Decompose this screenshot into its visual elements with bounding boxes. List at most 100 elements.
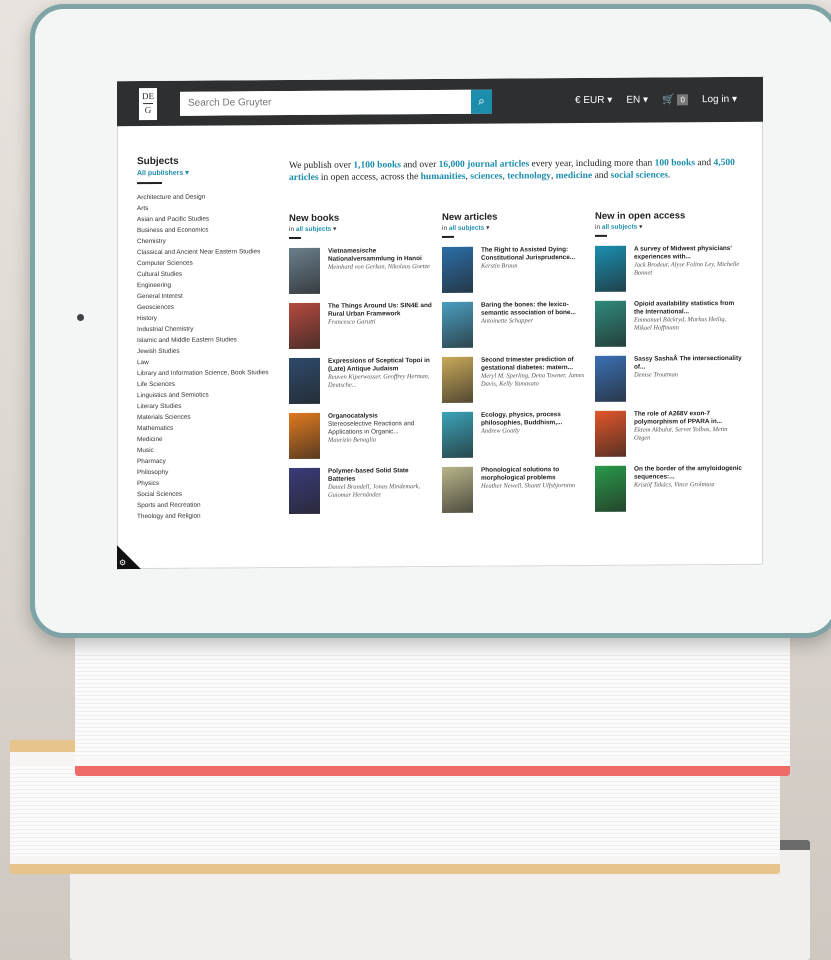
book-top: [75, 624, 790, 776]
intro-text: We publish over 1,100 books and over 16,…: [289, 157, 735, 184]
subject-filter[interactable]: in all subjects ▾: [442, 223, 590, 232]
item-authors: Maurizio Benaglia: [328, 436, 377, 444]
degruyter-logo[interactable]: DE G: [139, 87, 157, 120]
cover-image[interactable]: [289, 467, 320, 515]
cart-button[interactable]: 🛒 0: [662, 94, 688, 105]
cover-image[interactable]: [442, 356, 473, 403]
new-books-column: New books in all subjects ▾ Vietnamesische…: [289, 212, 437, 523]
item-authors: Meinhard von Gerkan, Nikolaus Goetze: [328, 263, 430, 271]
gear-icon[interactable]: ⚙: [119, 558, 126, 567]
item-authors: Kristóf Takács, Vince Grolmusz: [634, 481, 715, 489]
item-title[interactable]: Second trimester prediction of gestation…: [481, 356, 590, 373]
language-selector[interactable]: EN ▾: [626, 95, 648, 106]
item-subtitle: Stereoselective Reactions and Applicatio…: [328, 420, 415, 436]
publication-item[interactable]: Ecology, physics, process philosophies, …: [442, 411, 590, 467]
cover-image[interactable]: [595, 465, 626, 512]
cover-image[interactable]: [289, 412, 320, 460]
cover-image[interactable]: [595, 300, 626, 347]
publication-item[interactable]: Baring the bones: the lexico-semantic as…: [442, 301, 590, 357]
search-button[interactable]: ⌕: [470, 89, 492, 114]
cart-count: 0: [677, 94, 688, 106]
item-authors: Meryl M. Sperling, Dena Towner, James Da…: [481, 371, 585, 388]
subjects-title: Subjects: [137, 155, 179, 168]
cover-image[interactable]: [595, 410, 626, 457]
item-title[interactable]: Phonological solutions to morphological …: [481, 466, 590, 483]
tablet-device: DE G ⌕ € EUR ▾ EN ▾ 🛒 0 Log in ▾: [30, 4, 831, 638]
publication-item[interactable]: Polymer-based Solid State Batteries Danie…: [289, 467, 437, 523]
cover-image[interactable]: [442, 301, 473, 348]
item-title[interactable]: The role of A268V exon-7 polymorphism of…: [634, 410, 743, 427]
subject-filter[interactable]: in all subjects ▾: [595, 222, 743, 231]
item-title[interactable]: Vietnamesische Nationalversammlung in Ha…: [328, 247, 437, 264]
cart-icon: 🛒: [662, 94, 675, 106]
item-authors: Emmanuel Bäckryd, Markus Heilig, Mikael …: [634, 316, 727, 332]
cover-image[interactable]: [442, 246, 473, 293]
item-title[interactable]: Sassy SashaÂ The intersectionality of...: [634, 355, 743, 372]
column-title: New books: [289, 212, 340, 225]
new-articles-column: New articles in all subjects ▾ The Right t…: [442, 211, 590, 522]
link-technology[interactable]: technology: [507, 171, 551, 181]
item-title[interactable]: A survey of Midwest physicians' experien…: [634, 245, 743, 262]
main-content: Subjects All publishers ▾ Architecture a…: [117, 122, 763, 570]
publisher-filter[interactable]: All publishers ▾: [137, 168, 287, 177]
item-authors: Andrew Goatly: [481, 427, 520, 435]
item-authors: Francesco Garutti: [328, 318, 376, 326]
item-title[interactable]: Polymer-based Solid State Batteries: [328, 467, 437, 484]
link-humanities[interactable]: humanities: [421, 172, 466, 182]
search-icon: ⌕: [478, 93, 485, 108]
cover-image[interactable]: [289, 302, 320, 350]
subject-filter[interactable]: in all subjects ▾: [289, 224, 437, 233]
cover-image[interactable]: [442, 466, 473, 513]
item-title[interactable]: The Things Around Us: SIN4E and Rural Ur…: [328, 302, 437, 319]
publication-item[interactable]: The Things Around Us: SIN4E and Rural Ur…: [289, 302, 437, 358]
item-authors: Heather Newell, Shanti Ulfsbjorninn: [481, 482, 576, 490]
subject-list: Architecture and Design Arts Asian and Pac…: [137, 191, 287, 522]
publication-item[interactable]: Opioid availability statistics from the …: [595, 300, 743, 356]
publication-item[interactable]: On the border of the amyloidogenic seque…: [595, 465, 743, 521]
publication-item[interactable]: The Right to Assisted Dying: Constitutio…: [442, 246, 590, 302]
search-input[interactable]: [180, 89, 471, 116]
cover-image[interactable]: [595, 245, 626, 292]
publication-item[interactable]: Phonological solutions to morphological …: [442, 466, 590, 522]
item-authors: Kerstin Braun: [481, 262, 518, 270]
item-authors: Antoinette Schapper: [481, 317, 533, 325]
item-title[interactable]: Baring the bones: the lexico-semantic as…: [481, 301, 590, 318]
cover-image[interactable]: [289, 357, 320, 405]
currency-selector[interactable]: € EUR ▾: [575, 95, 612, 106]
link-social-sciences[interactable]: social sciences: [611, 170, 668, 180]
column-title: New articles: [442, 211, 498, 223]
subject-item[interactable]: Library and Information Science, Book St…: [137, 367, 287, 379]
publication-item[interactable]: Organocatalysis Stereoselective Reactions…: [289, 412, 437, 468]
cover-image[interactable]: [289, 247, 320, 295]
item-authors: Denise Troutman: [634, 371, 678, 379]
tablet-camera: [77, 314, 84, 321]
publication-item[interactable]: The role of A268V exon-7 polymorphism of…: [595, 410, 743, 466]
site-header: DE G ⌕ € EUR ▾ EN ▾ 🛒 0 Log in ▾: [117, 76, 763, 127]
publication-item[interactable]: Expressions of Sceptical Topoi in (Late)…: [289, 357, 437, 413]
link-sciences[interactable]: sciences: [470, 172, 502, 182]
item-authors: Reuven Kiperwasser, Geoffrey Herman, Deu…: [328, 373, 430, 389]
item-title[interactable]: The Right to Assisted Dying: Constitutio…: [481, 246, 590, 263]
link-medicine[interactable]: medicine: [556, 171, 592, 181]
item-title[interactable]: Opioid availability statistics from the …: [634, 300, 743, 317]
cover-image[interactable]: [442, 411, 473, 458]
link-journal-articles[interactable]: 16,000 journal articles: [439, 159, 530, 170]
cover-image[interactable]: [595, 355, 626, 402]
publication-item[interactable]: Vietnamesische Nationalversammlung in Ha…: [289, 247, 437, 303]
login-button[interactable]: Log in ▾: [702, 94, 737, 105]
column-title: New in open access: [595, 210, 686, 222]
publication-item[interactable]: Second trimester prediction of gestation…: [442, 356, 590, 412]
link-books[interactable]: 1,100 books: [353, 160, 401, 170]
item-title[interactable]: Expressions of Sceptical Topoi in (Late)…: [328, 357, 437, 374]
subject-item[interactable]: Theology and Religion: [137, 510, 287, 522]
subjects-sidebar: Subjects All publishers ▾ Architecture a…: [137, 155, 287, 522]
publication-item[interactable]: A survey of Midwest physicians' experien…: [595, 245, 743, 301]
publication-item[interactable]: Sassy SashaÂ The intersectionality of...…: [595, 355, 743, 411]
link-oa-books[interactable]: 100 books: [655, 158, 695, 168]
item-title[interactable]: Ecology, physics, process philosophies, …: [481, 411, 590, 428]
tablet-screen: DE G ⌕ € EUR ▾ EN ▾ 🛒 0 Log in ▾: [117, 76, 763, 570]
search-bar: ⌕: [180, 89, 492, 116]
item-authors: Daniel Brandell, Jonas Mindemark, Guioma…: [328, 483, 421, 499]
item-authors: Ekrem Akbulut, Servet Yolbas, Metin Ozge…: [634, 425, 728, 442]
item-title[interactable]: On the border of the amyloidogenic seque…: [634, 465, 743, 482]
